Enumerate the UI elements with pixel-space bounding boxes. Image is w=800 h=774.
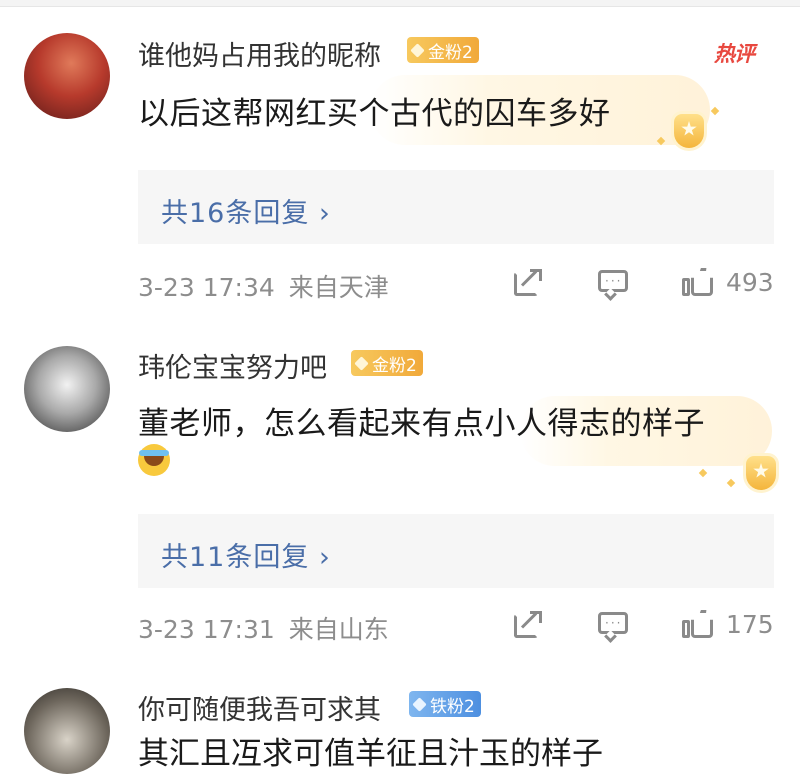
sparkle-icon <box>726 478 736 488</box>
diamond-icon <box>354 355 369 371</box>
comment-text: 其汇且冱求可值羊征且汁玉的样子 <box>138 736 603 772</box>
replies-label: 共16条回复 › <box>161 198 331 229</box>
comment-date: 3-23 <box>138 615 195 644</box>
sparkle-icon <box>710 106 720 116</box>
share-icon[interactable] <box>511 608 545 642</box>
comment-text: 董老师，怎么看起来有点小人得志的样子 <box>138 406 705 442</box>
comment-icon[interactable]: ··· <box>596 266 630 301</box>
fan-badge: 铁粉2 <box>409 691 481 717</box>
hot-comment-label: 热评 <box>714 42 755 66</box>
replies-label: 共11条回复 › <box>161 542 331 573</box>
comment-meta: 3-23 17:34 来自天津 <box>138 268 389 304</box>
fan-badge: 金粉2 <box>351 350 423 376</box>
avatar[interactable] <box>24 346 110 432</box>
comment-time: 17:34 <box>202 273 275 302</box>
like-count: 493 <box>726 268 774 297</box>
like-icon[interactable] <box>680 606 714 640</box>
replies-button[interactable]: 共16条回复 › <box>138 170 774 244</box>
share-icon[interactable] <box>511 266 545 300</box>
comment-location: 来自山东 <box>288 615 389 644</box>
replies-button[interactable]: 共11条回复 › <box>138 514 774 588</box>
comment-username[interactable]: 你可随便我吾可求其 <box>138 688 381 727</box>
avatar[interactable] <box>24 688 110 774</box>
comment-username[interactable]: 谁他妈占用我的昵称 <box>138 34 381 73</box>
top-divider <box>0 0 800 7</box>
comment-username[interactable]: 玮伦宝宝努力吧 <box>138 346 327 385</box>
diamond-icon <box>412 696 427 712</box>
hot-crown-icon <box>666 108 712 154</box>
fan-badge: 金粉2 <box>407 37 479 63</box>
comment-date: 3-23 <box>138 273 195 302</box>
diamond-icon <box>410 42 425 58</box>
comment-location: 来自天津 <box>288 273 389 302</box>
comment-time: 17:31 <box>202 615 275 644</box>
avatar[interactable] <box>24 33 110 119</box>
like-icon[interactable] <box>680 264 714 298</box>
sparkle-icon <box>698 468 708 478</box>
like-count: 175 <box>726 610 774 639</box>
comment-meta: 3-23 17:31 来自山东 <box>138 610 389 646</box>
comment-icon[interactable]: ··· <box>596 608 630 643</box>
comment-text: 以后这帮网红买个古代的囚车多好 <box>138 96 611 132</box>
laugh-cry-emoji-icon <box>138 444 170 476</box>
hot-crown-icon <box>738 450 784 496</box>
